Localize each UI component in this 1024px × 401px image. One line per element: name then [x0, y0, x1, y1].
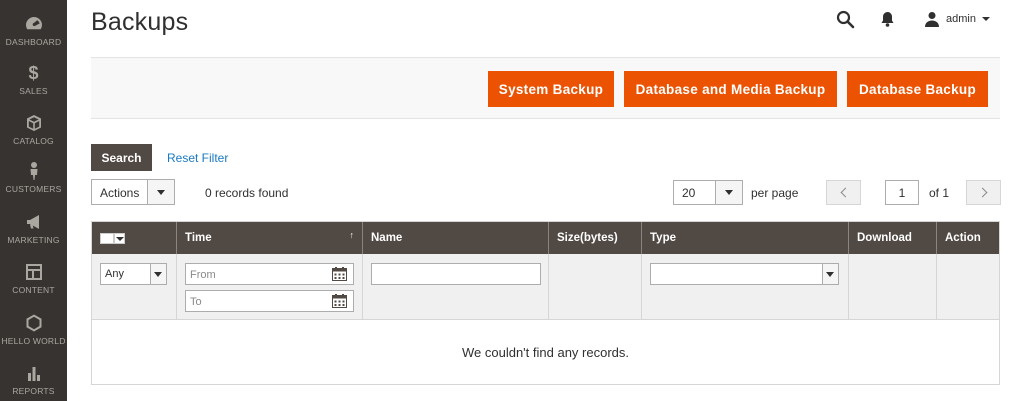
search-button[interactable]: Search	[91, 144, 152, 171]
mass-actions-select[interactable]: Actions	[91, 179, 175, 205]
nav-marketing[interactable]: MARKETING	[0, 212, 67, 245]
bar-chart-icon	[27, 367, 40, 381]
chevron-left-icon	[840, 187, 851, 198]
chevron-down-icon	[154, 272, 162, 277]
nav-label: HELLO WORLD	[1, 336, 66, 346]
column-divider	[176, 254, 177, 319]
actions-label: Actions	[100, 186, 140, 200]
person-icon	[30, 162, 37, 180]
mass-filter-any-select[interactable]: Any	[100, 263, 167, 285]
per-page-value: 20	[682, 186, 696, 200]
mass-select-column	[92, 222, 176, 254]
nav-hello-world[interactable]: HELLO WORLD	[0, 313, 67, 346]
next-page-button[interactable]	[966, 180, 1001, 205]
nav-sales[interactable]: $ SALES	[0, 63, 67, 96]
column-header-name[interactable]: Name	[362, 222, 548, 254]
hexagon-icon	[26, 314, 41, 332]
sort-ascending-icon: ↑	[349, 230, 355, 240]
column-label: Download	[857, 232, 912, 244]
chevron-down-icon	[157, 190, 165, 195]
database-media-backup-button[interactable]: Database and Media Backup	[624, 71, 837, 107]
nav-label: MARKETING	[7, 235, 60, 245]
nav-label: DASHBOARD	[5, 37, 62, 47]
column-divider	[848, 254, 849, 319]
empty-records-message: We couldn't find any records.	[462, 344, 629, 360]
time-from-input[interactable]: From	[185, 263, 354, 285]
backups-grid: Time ↑ Name Size(bytes) Type Download Ac…	[91, 221, 1000, 385]
column-header-time[interactable]: Time ↑	[176, 222, 362, 254]
column-divider	[362, 254, 363, 319]
nav-customers[interactable]: CUSTOMERS	[0, 161, 67, 194]
nav-label: SALES	[19, 86, 48, 96]
user-icon	[925, 12, 939, 27]
type-filter-select[interactable]	[650, 263, 839, 285]
nav-label: CUSTOMERS	[5, 184, 62, 194]
nav-catalog[interactable]: CATALOG	[0, 113, 67, 146]
admin-username: admin	[946, 13, 976, 25]
dropdown-arrow-box	[147, 180, 174, 204]
admin-sidebar: DASHBOARD $ SALES CATALOG CUSTOMERS MARK…	[0, 0, 67, 401]
chevron-down-icon	[981, 17, 990, 21]
nav-dashboard[interactable]: DASHBOARD	[0, 14, 67, 47]
reset-filter-link[interactable]: Reset Filter	[167, 151, 228, 165]
system-backup-button[interactable]: System Backup	[488, 71, 614, 107]
layout-icon	[25, 264, 42, 280]
mass-select-dropdown[interactable]	[114, 233, 125, 244]
from-placeholder: From	[190, 269, 216, 281]
nav-label: REPORTS	[12, 386, 55, 396]
nav-reports[interactable]: REPORTS	[0, 363, 67, 396]
per-page-label: per page	[751, 186, 799, 200]
page-actions-bar: System Backup Database and Media Backup …	[91, 57, 1000, 119]
dropdown-arrow-box	[715, 181, 742, 204]
total-pages: of 1	[929, 186, 950, 200]
column-header-action: Action	[936, 222, 999, 254]
any-value: Any	[105, 268, 124, 280]
calendar-icon[interactable]	[332, 267, 347, 281]
notifications-bell-icon[interactable]	[880, 11, 895, 27]
page-title: Backups	[91, 8, 189, 36]
previous-page-button[interactable]	[826, 180, 861, 205]
dashboard-icon	[25, 17, 42, 30]
dollar-icon: $	[28, 63, 39, 83]
current-page-input[interactable]	[885, 180, 919, 205]
select-all-checkbox[interactable]	[100, 233, 114, 244]
records-found-count: 0 records found	[205, 186, 289, 200]
column-label: Type	[650, 232, 676, 244]
box-icon	[26, 115, 41, 131]
dropdown-arrow-box	[822, 264, 838, 284]
chevron-right-icon	[977, 187, 988, 198]
search-icon[interactable]	[836, 10, 855, 29]
column-divider	[548, 254, 549, 319]
column-divider	[641, 254, 642, 319]
column-header-download: Download	[848, 222, 936, 254]
grid-filter-row: Any From To	[92, 254, 999, 320]
chevron-down-icon	[116, 237, 124, 241]
column-header-size[interactable]: Size(bytes)	[548, 222, 641, 254]
nav-label: CONTENT	[12, 285, 55, 295]
nav-label: CATALOG	[13, 136, 54, 146]
admin-user-menu[interactable]: admin	[924, 10, 990, 28]
column-divider	[936, 254, 937, 319]
nav-content[interactable]: CONTENT	[0, 262, 67, 295]
column-header-type[interactable]: Type	[641, 222, 848, 254]
megaphone-icon	[26, 215, 39, 229]
database-backup-button[interactable]: Database Backup	[847, 71, 988, 107]
column-label: Size(bytes)	[557, 232, 618, 244]
column-label: Name	[371, 232, 403, 244]
chevron-down-icon	[826, 272, 834, 277]
time-to-input[interactable]: To	[185, 290, 354, 312]
name-filter-input[interactable]	[371, 263, 541, 285]
grid-header-row: Time ↑ Name Size(bytes) Type Download Ac…	[92, 222, 999, 254]
dropdown-arrow-box	[150, 264, 166, 284]
column-label: Time	[185, 232, 212, 244]
to-placeholder: To	[190, 296, 202, 308]
chevron-down-icon	[725, 190, 733, 195]
calendar-icon[interactable]	[332, 294, 347, 308]
column-label: Action	[945, 232, 981, 244]
per-page-select[interactable]: 20	[673, 180, 743, 205]
